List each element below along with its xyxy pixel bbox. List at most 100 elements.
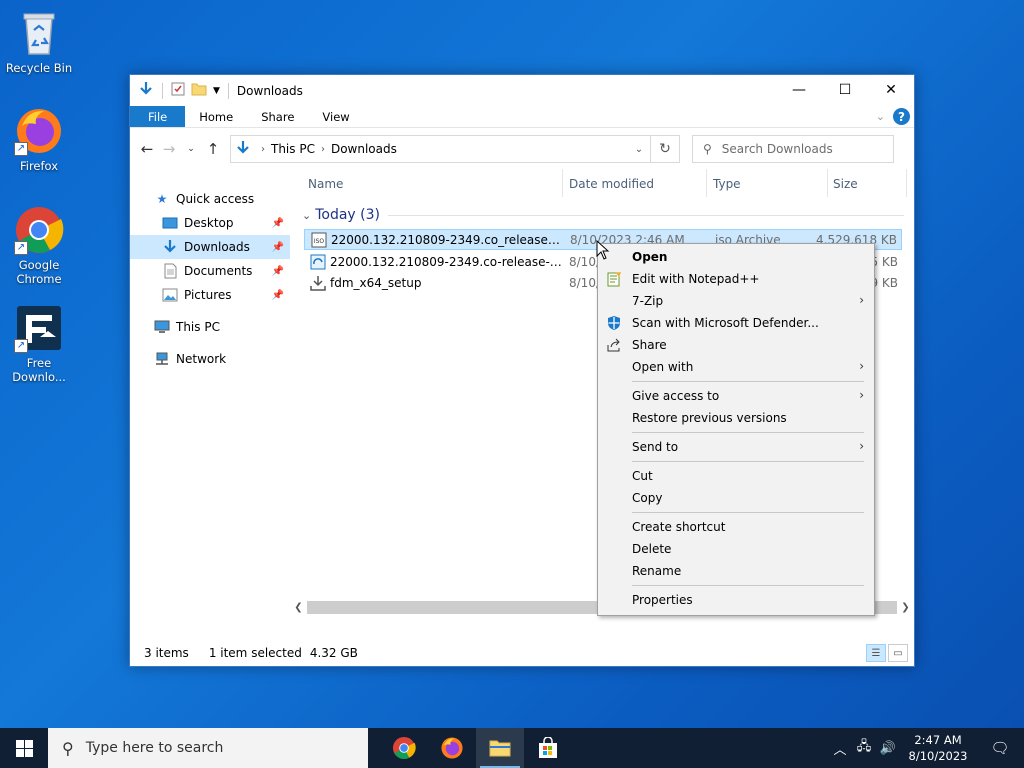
taskbar-search-input[interactable]: ⚲ Type here to search bbox=[48, 728, 368, 768]
taskbar-file-explorer[interactable] bbox=[476, 728, 524, 768]
back-button[interactable]: ← bbox=[136, 140, 158, 158]
menu-item-properties[interactable]: Properties bbox=[598, 589, 874, 611]
refresh-button[interactable]: ↻ bbox=[651, 135, 680, 163]
nav-item-desktop[interactable]: Desktop 📌 bbox=[130, 211, 290, 235]
window-title: Downloads bbox=[236, 83, 303, 98]
column-divider[interactable] bbox=[562, 169, 563, 197]
menu-separator bbox=[632, 585, 864, 586]
search-icon: ⚲ bbox=[62, 738, 74, 758]
network-status-icon[interactable]: 🖧 bbox=[852, 737, 876, 759]
nav-item-quick-access[interactable]: ★ Quick access bbox=[130, 187, 290, 211]
toolbar-divider bbox=[227, 82, 229, 99]
address-row: ← → ⌄ ↑ › This PC › Downloads ⌄ ↻ ⚲ Sear… bbox=[130, 128, 914, 170]
nav-item-downloads[interactable]: Downloads 📌 bbox=[130, 235, 290, 259]
computer-icon bbox=[154, 319, 170, 335]
breadcrumb-this-pc[interactable]: This PC bbox=[271, 142, 315, 156]
close-button[interactable]: ✕ bbox=[868, 75, 914, 105]
pin-icon[interactable]: 📌 bbox=[272, 218, 284, 229]
large-icons-view-button[interactable]: ▭ bbox=[888, 644, 908, 662]
column-header-name[interactable]: Name bbox=[308, 177, 343, 191]
shortcut-arrow-icon: ↗ bbox=[14, 339, 28, 353]
menu-item-open-with[interactable]: Open with › bbox=[598, 356, 874, 378]
taskbar-microsoft-store[interactable] bbox=[524, 728, 572, 768]
tab-home[interactable]: Home bbox=[185, 106, 247, 127]
properties-icon[interactable] bbox=[171, 82, 185, 99]
chevron-right-icon[interactable]: › bbox=[321, 144, 325, 155]
menu-item-share[interactable]: Share bbox=[598, 334, 874, 356]
title-bar[interactable]: ▼ Downloads — ☐ ✕ bbox=[130, 75, 914, 106]
expand-ribbon-icon[interactable]: ⌄ bbox=[876, 110, 885, 123]
column-divider[interactable] bbox=[827, 169, 828, 197]
menu-item-send-to[interactable]: Send to › bbox=[598, 436, 874, 458]
menu-item-restore-previous-versions[interactable]: Restore previous versions bbox=[598, 407, 874, 429]
taskbar-firefox[interactable] bbox=[428, 728, 476, 768]
desktop-icon-google-chrome[interactable]: ↗ Google Chrome bbox=[1, 205, 77, 286]
column-header-date-modified[interactable]: Date modified bbox=[569, 177, 654, 191]
group-header-today[interactable]: ⌄ Today (3) bbox=[302, 207, 904, 223]
menu-item-scan-defender[interactable]: Scan with Microsoft Defender... bbox=[598, 312, 874, 334]
menu-item-7zip[interactable]: 7-Zip › bbox=[598, 290, 874, 312]
clock[interactable]: 2:47 AM 8/10/2023 bbox=[900, 732, 976, 764]
search-input[interactable]: ⚲ Search Downloads bbox=[692, 135, 894, 163]
notifications-icon[interactable]: 🗨 bbox=[976, 739, 1024, 757]
menu-item-give-access-to[interactable]: Give access to › bbox=[598, 385, 874, 407]
firefox-icon bbox=[441, 737, 463, 759]
shortcut-arrow-icon: ↗ bbox=[14, 241, 28, 255]
nav-item-pictures[interactable]: Pictures 📌 bbox=[130, 283, 290, 307]
column-header-size[interactable]: Size bbox=[833, 177, 858, 191]
up-button[interactable]: ↑ bbox=[202, 140, 224, 158]
desktop-icon-free-download-manager[interactable]: ↗ Free Downlo... bbox=[1, 303, 77, 384]
show-hidden-icons-chevron-icon[interactable]: ︿ bbox=[828, 739, 852, 758]
address-bar[interactable]: › This PC › Downloads ⌄ bbox=[230, 135, 651, 163]
ribbon-tabs: File Home Share View ⌄ ? bbox=[130, 106, 914, 128]
menu-item-create-shortcut[interactable]: Create shortcut bbox=[598, 516, 874, 538]
menu-item-edit-with-notepadpp[interactable]: Edit with Notepad++ bbox=[598, 268, 874, 290]
forward-button[interactable]: → bbox=[158, 140, 180, 158]
column-divider[interactable] bbox=[906, 169, 907, 197]
column-header-type[interactable]: Type bbox=[713, 177, 741, 191]
nav-item-documents[interactable]: Documents 📌 bbox=[130, 259, 290, 283]
menu-item-cut[interactable]: Cut bbox=[598, 465, 874, 487]
ribbon-right-controls: ⌄ ? bbox=[876, 108, 910, 125]
chevron-down-icon[interactable]: ⌄ bbox=[302, 209, 311, 222]
details-view-button[interactable]: ☰ bbox=[866, 644, 886, 662]
tab-share[interactable]: Share bbox=[247, 106, 308, 127]
setup-file-icon bbox=[310, 275, 326, 291]
tab-view[interactable]: View bbox=[308, 106, 363, 127]
nav-item-network[interactable]: Network bbox=[130, 347, 290, 371]
minimize-button[interactable]: — bbox=[776, 75, 822, 105]
menu-separator bbox=[632, 381, 864, 382]
quick-access-toolbar: ▼ bbox=[130, 81, 231, 100]
menu-separator bbox=[632, 432, 864, 433]
volume-icon[interactable]: 🔊 bbox=[876, 741, 900, 756]
menu-item-label: Share bbox=[632, 338, 667, 352]
nav-item-this-pc[interactable]: This PC bbox=[130, 315, 290, 339]
pin-icon[interactable]: 📌 bbox=[272, 290, 284, 301]
breadcrumb-downloads[interactable]: Downloads bbox=[331, 142, 397, 156]
address-dropdown-icon[interactable]: ⌄ bbox=[628, 136, 650, 162]
share-icon bbox=[606, 337, 622, 353]
recent-locations-dropdown[interactable]: ⌄ bbox=[180, 144, 202, 154]
desktop-folder-icon bbox=[162, 215, 178, 231]
tab-file[interactable]: File bbox=[130, 106, 186, 127]
menu-item-copy[interactable]: Copy bbox=[598, 487, 874, 509]
help-icon[interactable]: ? bbox=[893, 108, 910, 125]
maximize-button[interactable]: ☐ bbox=[822, 75, 868, 105]
new-folder-icon[interactable] bbox=[191, 82, 207, 99]
nav-item-label: This PC bbox=[176, 320, 220, 334]
taskbar-chrome[interactable] bbox=[380, 728, 428, 768]
nav-item-label: Downloads bbox=[184, 240, 250, 254]
scroll-right-icon[interactable]: ❯ bbox=[897, 602, 914, 613]
menu-item-rename[interactable]: Rename bbox=[598, 560, 874, 582]
start-button[interactable] bbox=[0, 728, 48, 768]
desktop-icon-recycle-bin[interactable]: Recycle Bin bbox=[1, 8, 77, 75]
customize-toolbar-dropdown-icon[interactable]: ▼ bbox=[213, 86, 220, 96]
menu-item-open[interactable]: Open bbox=[598, 246, 874, 268]
pin-icon[interactable]: 📌 bbox=[272, 242, 284, 253]
chevron-right-icon[interactable]: › bbox=[261, 144, 265, 155]
column-divider[interactable] bbox=[706, 169, 707, 197]
scroll-left-icon[interactable]: ❮ bbox=[290, 602, 307, 613]
desktop-icon-firefox[interactable]: ↗ Firefox bbox=[1, 106, 77, 173]
menu-item-delete[interactable]: Delete bbox=[598, 538, 874, 560]
pin-icon[interactable]: 📌 bbox=[272, 266, 284, 277]
